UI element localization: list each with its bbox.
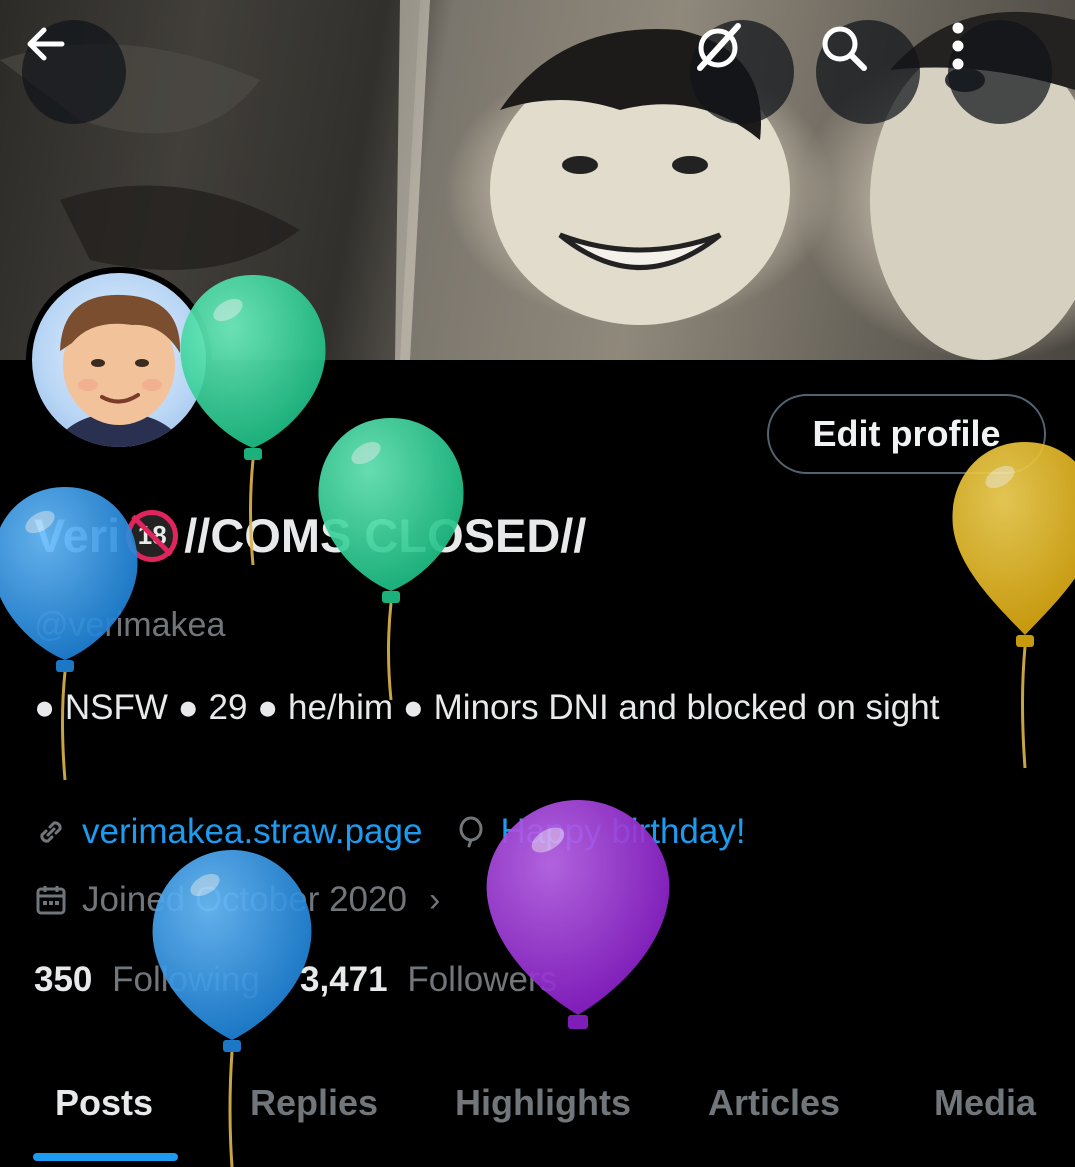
link-icon xyxy=(40,821,62,843)
calendar-icon xyxy=(36,886,66,915)
followers-link[interactable]: 3,471 Followers xyxy=(300,960,557,1000)
following-link[interactable]: 350 Following xyxy=(34,960,260,1000)
display-name: Veri 18 //COMS CLOSED// xyxy=(34,508,586,563)
active-tab-indicator xyxy=(33,1153,178,1161)
birthday-text[interactable]: Happy birthday! xyxy=(500,812,745,852)
joined-date: Joined October 2020 xyxy=(82,880,407,919)
handle: @verimakea xyxy=(34,606,226,644)
arrow-left-icon xyxy=(27,27,65,61)
grok-button[interactable] xyxy=(690,20,794,124)
avatar-image xyxy=(32,273,206,447)
joined-row: Joined October 2020 › xyxy=(34,880,440,920)
tab-posts[interactable]: Posts xyxy=(55,1082,153,1124)
tab-media[interactable]: Media xyxy=(934,1082,1036,1124)
chevron-right-icon[interactable]: › xyxy=(429,881,440,920)
more-vertical-icon xyxy=(952,22,964,70)
balloon-icon xyxy=(459,816,483,848)
edit-profile-button[interactable]: Edit profile xyxy=(767,394,1046,474)
search-icon xyxy=(822,26,867,71)
website-link[interactable]: verimakea.straw.page xyxy=(82,812,422,852)
search-button[interactable] xyxy=(816,20,920,124)
profile-tabs: Posts Replies Highlights Articles Media xyxy=(0,1060,1075,1167)
tab-highlights[interactable]: Highlights xyxy=(455,1082,631,1124)
followers-count: 3,471 xyxy=(300,960,388,999)
website-row: verimakea.straw.page Happy birthday! xyxy=(34,812,746,852)
no-under-18-icon: 18 xyxy=(126,509,179,562)
display-name-prefix: Veri xyxy=(34,509,121,562)
tab-replies[interactable]: Replies xyxy=(250,1082,378,1124)
bio: ● NSFW ● 29 ● he/him ● Minors DNI and bl… xyxy=(34,688,940,727)
display-name-suffix: //COMS CLOSED// xyxy=(184,509,587,562)
avatar[interactable] xyxy=(26,267,212,453)
grok-icon xyxy=(697,23,741,71)
followers-label: Followers xyxy=(407,960,558,999)
more-button[interactable] xyxy=(948,20,1052,124)
back-button[interactable] xyxy=(22,20,126,124)
following-count: 350 xyxy=(34,960,93,999)
follow-stats: 350 Following 3,471 Followers xyxy=(34,960,557,1000)
following-label: Following xyxy=(112,960,260,999)
tab-articles[interactable]: Articles xyxy=(708,1082,840,1124)
